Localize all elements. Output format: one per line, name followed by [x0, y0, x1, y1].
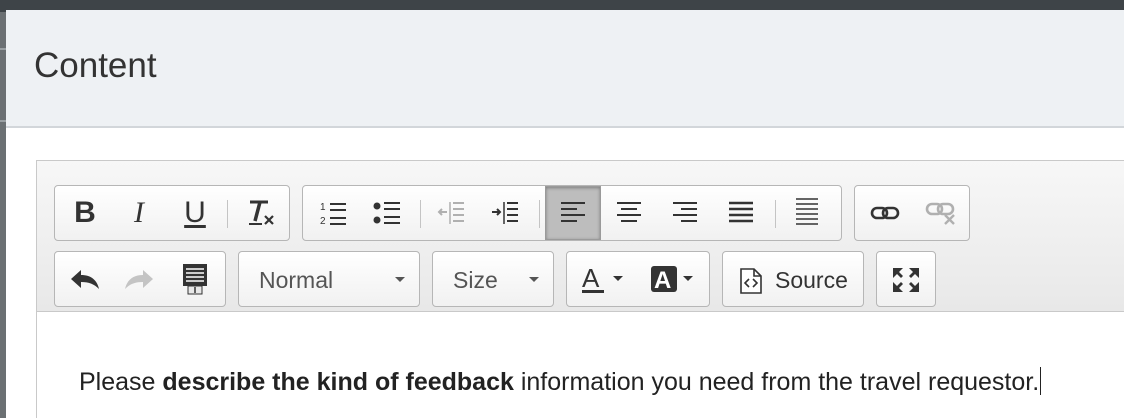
source-label: Source: [775, 267, 848, 293]
text-color-icon: A: [582, 263, 623, 293]
unlink-button[interactable]: [915, 190, 967, 236]
indent-button[interactable]: [479, 190, 531, 236]
align-right-icon: [673, 202, 697, 222]
bold-icon: B: [74, 196, 96, 229]
align-center-icon: [617, 202, 641, 222]
block-justify-button[interactable]: [781, 190, 833, 236]
underline-button[interactable]: U: [169, 190, 221, 236]
justify-icon: [729, 201, 753, 223]
editor-content-area[interactable]: Please describe the kind of feedback inf…: [79, 367, 1042, 397]
format-select[interactable]: Normal: [238, 251, 420, 307]
justify-button[interactable]: [715, 190, 767, 236]
editor-toolbar: B I U 1 2 Normal Size A A Source: [37, 161, 1124, 312]
format-select-value: Normal: [259, 267, 334, 293]
chevron-down-icon: [529, 277, 539, 282]
rich-text-editor: B I U 1 2 Normal Size A A Source Please …: [36, 160, 1124, 418]
italic-icon: I: [134, 196, 144, 229]
underline-icon: U: [184, 196, 206, 229]
numbered-list-icon: 1 2: [320, 202, 346, 227]
background-color-icon: A: [651, 266, 693, 294]
horizontal-lines-icon: [796, 198, 818, 225]
align-center-button[interactable]: [603, 190, 655, 236]
history-group: [54, 251, 226, 307]
basic-styles-group: B I U: [54, 185, 290, 241]
indent-icon: [492, 202, 518, 224]
separator: [539, 200, 540, 228]
bulleted-list-icon: [373, 202, 400, 224]
remove-format-icon: [249, 200, 274, 225]
numbered-list-button[interactable]: 1 2: [307, 190, 359, 236]
source-icon: [740, 268, 762, 294]
text-color-glyph: A: [582, 263, 600, 293]
svg-text:2: 2: [320, 216, 326, 227]
content-modal: Content B I U 1 2 Normal Size A A Source…: [6, 10, 1124, 418]
unlink-icon: [925, 202, 955, 225]
outdent-button[interactable]: [425, 190, 477, 236]
italic-button[interactable]: I: [113, 190, 165, 236]
redo-button[interactable]: [113, 256, 165, 302]
undo-button[interactable]: [59, 256, 111, 302]
redo-icon: [125, 270, 153, 289]
bulleted-list-button[interactable]: [361, 190, 413, 236]
source-button[interactable]: Source: [722, 251, 864, 307]
colors-group: A A: [566, 251, 710, 307]
background-color-glyph: A: [654, 267, 671, 294]
align-left-button[interactable]: [545, 186, 601, 240]
paragraph-group: 1 2: [302, 185, 842, 241]
content-text-bold: describe the kind of feedback: [162, 368, 514, 396]
content-text-plain-end: information you need from the travel req…: [513, 368, 1040, 396]
size-select-value: Size: [453, 267, 498, 293]
paste-from-word-icon: [183, 264, 207, 295]
links-group: [854, 185, 970, 241]
remove-format-button[interactable]: [235, 190, 287, 236]
link-icon: [870, 206, 900, 220]
undo-icon: [71, 270, 99, 289]
separator: [775, 200, 776, 228]
align-left-icon: [561, 202, 585, 222]
text-color-button[interactable]: A: [573, 256, 635, 302]
outdent-icon: [437, 202, 464, 224]
content-text-plain: Please: [79, 368, 163, 396]
align-right-button[interactable]: [659, 190, 711, 236]
paste-from-word-button[interactable]: [169, 256, 221, 302]
maximize-icon: [893, 268, 919, 292]
link-button[interactable]: [859, 190, 911, 236]
maximize-button[interactable]: [876, 251, 936, 307]
separator: [420, 200, 421, 228]
modal-header: Content: [6, 10, 1124, 128]
separator: [227, 200, 228, 228]
background-color-button[interactable]: A: [643, 256, 705, 302]
bold-button[interactable]: B: [59, 190, 111, 236]
size-select[interactable]: Size: [432, 251, 554, 307]
text-caret: [1040, 367, 1042, 395]
svg-text:1: 1: [320, 202, 326, 213]
modal-title: Content: [34, 46, 157, 85]
chevron-down-icon: [395, 277, 405, 282]
